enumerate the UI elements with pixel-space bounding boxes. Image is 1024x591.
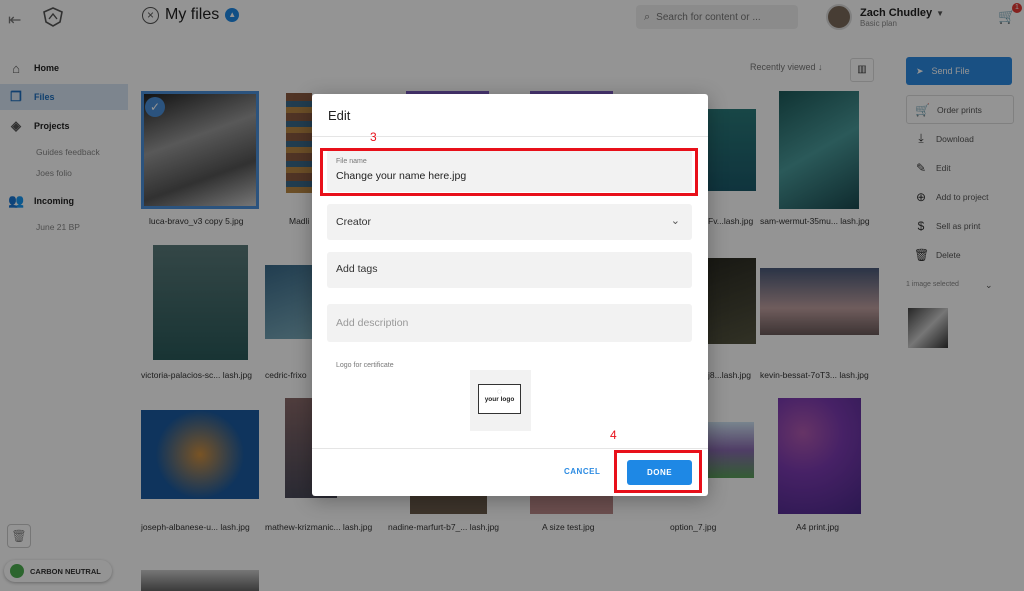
tags-field[interactable] bbox=[327, 252, 692, 288]
creator-select[interactable]: Creator ⌄ bbox=[327, 204, 692, 240]
description-field[interactable] bbox=[327, 304, 692, 342]
chevron-down-icon[interactable]: ⌄ bbox=[671, 214, 680, 227]
logo-icon: ◌ bbox=[497, 387, 502, 396]
app-root: ⇤ × My files ▲ ⌕ Zach Chudley▼ Basic pla… bbox=[0, 0, 1024, 591]
logo-text: your logo bbox=[484, 396, 515, 403]
annotation-box-file-name bbox=[320, 148, 698, 196]
description-input[interactable] bbox=[336, 317, 666, 329]
dialog-title: Edit bbox=[328, 108, 351, 123]
divider bbox=[312, 448, 708, 449]
tags-input[interactable] bbox=[336, 263, 666, 275]
annotation-box-done bbox=[614, 450, 702, 493]
logo-placeholder: ◌ your logo bbox=[478, 384, 521, 414]
logo-upload[interactable]: ◌ your logo bbox=[470, 370, 531, 431]
creator-label: Creator bbox=[336, 216, 372, 228]
annotation-step-4: 4 bbox=[610, 428, 617, 442]
annotation-step-3: 3 bbox=[370, 130, 377, 144]
cancel-button[interactable]: CANCEL bbox=[564, 467, 600, 476]
logo-certificate-label: Logo for certificate bbox=[336, 362, 394, 369]
